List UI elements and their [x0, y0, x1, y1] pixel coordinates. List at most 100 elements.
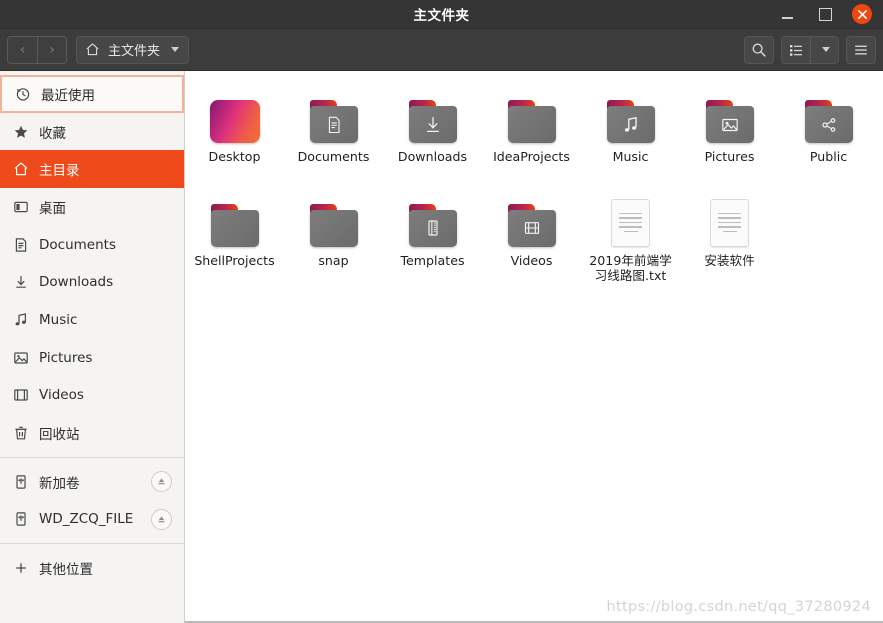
plain-folder-icon [210, 203, 260, 247]
item-icon-wrapper [408, 89, 458, 143]
sidebar-divider [0, 456, 184, 458]
item-icon-wrapper [309, 89, 359, 143]
folder-item[interactable]: Videos [482, 189, 581, 284]
forward-button[interactable]: › [37, 36, 66, 63]
title-bar: 主文件夹 [0, 0, 883, 29]
item-icon-wrapper [710, 193, 749, 247]
music-icon [12, 311, 29, 328]
downloads-folder-icon [408, 100, 458, 143]
item-label: ShellProjects [194, 252, 275, 268]
sidebar-item--[interactable]: 主目录 [0, 150, 184, 189]
item-icon-wrapper [606, 89, 656, 143]
folder-item[interactable]: Desktop [185, 85, 284, 165]
item-label: Documents [297, 149, 370, 164]
path-label: 主文件夹 [108, 44, 161, 59]
item-label: Templates [400, 252, 465, 268]
minimize-button[interactable] [776, 3, 798, 25]
folder-front [804, 106, 853, 143]
chevron-down-icon [822, 47, 830, 52]
item-label: Downloads [397, 149, 468, 164]
sidebar-item--[interactable]: 新加卷 [0, 463, 184, 501]
folder-item[interactable]: Templates [383, 189, 482, 284]
home-icon [12, 161, 29, 178]
folder-item[interactable]: Documents [284, 85, 383, 165]
view-options-dropdown[interactable] [810, 36, 838, 63]
videos-icon [12, 387, 29, 404]
file-item[interactable]: 安装软件 [680, 189, 779, 284]
sidebar-item-downloads[interactable]: Downloads [0, 263, 184, 301]
folder-item[interactable]: Pictures [680, 85, 779, 165]
folder-front [507, 106, 556, 143]
item-label: 2019年前端学习线路图.txt [589, 252, 672, 284]
sidebar-item-label: 回收站 [39, 427, 80, 444]
folder-item[interactable]: ShellProjects [185, 189, 284, 284]
sidebar-item--[interactable]: 收藏 [0, 113, 184, 151]
plain-folder-icon [309, 203, 359, 247]
star-icon [12, 123, 29, 140]
sidebar-item-label: Music [39, 311, 78, 328]
folder-item[interactable]: Public [779, 85, 878, 165]
window-title: 主文件夹 [413, 8, 470, 24]
sidebar-item-label: 新加卷 [39, 475, 80, 492]
item-icon-wrapper [507, 193, 557, 247]
desktop-icon [12, 198, 29, 215]
search-icon [752, 43, 766, 57]
sidebar-item-wd_zcq_file[interactable]: WD_ZCQ_FILE [0, 501, 184, 539]
folder-item[interactable]: IdeaProjects [482, 85, 581, 165]
folder-item[interactable]: snap [284, 189, 383, 284]
sidebar-item-label: Pictures [39, 349, 93, 366]
sidebar-item-music[interactable]: Music [0, 301, 184, 339]
trash-icon [12, 425, 29, 442]
sidebar-item-label: Documents [39, 236, 116, 253]
sidebar-item-label: 桌面 [39, 200, 66, 217]
eject-button[interactable] [151, 471, 172, 493]
desktop-folder-icon [209, 100, 260, 143]
sidebar-item-videos[interactable]: Videos [0, 377, 184, 415]
item-icon-wrapper [408, 193, 458, 247]
item-icon-wrapper [507, 89, 557, 143]
file-item[interactable]: 2019年前端学习线路图.txt [581, 189, 680, 284]
downloads-icon [12, 274, 29, 291]
sidebar-item--[interactable]: 最近使用 [0, 75, 184, 113]
window-controls [776, 3, 883, 25]
path-bar-home-button[interactable]: 主文件夹 [76, 35, 190, 64]
list-view-icon [790, 44, 802, 56]
sidebar-item-label: Videos [39, 387, 84, 404]
eject-button[interactable] [151, 508, 172, 530]
folder-item[interactable]: Music [581, 85, 680, 165]
templates-folder-icon [408, 203, 458, 247]
folder-front [210, 209, 259, 247]
search-button[interactable] [744, 35, 774, 64]
watermark-text: https://blog.csdn.net/qq_37280924 [606, 599, 871, 615]
toolbar-right-group [744, 35, 876, 64]
sidebar-item--[interactable]: 其他位置 [0, 549, 184, 587]
item-icon-wrapper [611, 193, 650, 247]
navigation-buttons: ‹ › [7, 35, 67, 64]
folder-front [309, 209, 358, 247]
text-file-icon [710, 198, 749, 247]
sidebar-item-pictures[interactable]: Pictures [0, 339, 184, 377]
list-view-button[interactable] [782, 37, 810, 63]
toolbar: ‹ › 主文件夹 [0, 29, 883, 71]
item-label: Music [612, 149, 649, 164]
file-grid-area[interactable]: Desktop Documents Downloads IdeaProjects… [185, 71, 883, 623]
hamburger-menu-icon [855, 45, 867, 54]
folder-item[interactable]: Downloads [383, 85, 482, 165]
text-file-icon [611, 198, 650, 247]
sidebar-item-label: Downloads [39, 274, 114, 291]
main-menu-button[interactable] [846, 35, 876, 64]
folder-front [408, 209, 457, 247]
sidebar-item--[interactable]: 桌面 [0, 188, 184, 226]
folder-front [606, 106, 655, 143]
documents-icon [12, 236, 29, 253]
maximize-button[interactable] [814, 3, 836, 25]
sidebar-item-label: 收藏 [39, 125, 66, 142]
back-button[interactable]: ‹ [8, 37, 37, 63]
sidebar-item-label: 其他位置 [39, 562, 93, 579]
sidebar-item--[interactable]: 回收站 [0, 414, 184, 452]
sidebar-list: 最近使用收藏主目录桌面 Documents Downloads Music Pictur… [0, 75, 184, 587]
usb-drive-icon [12, 511, 29, 528]
close-button[interactable] [852, 4, 872, 24]
sidebar-item-documents[interactable]: Documents [0, 226, 184, 264]
